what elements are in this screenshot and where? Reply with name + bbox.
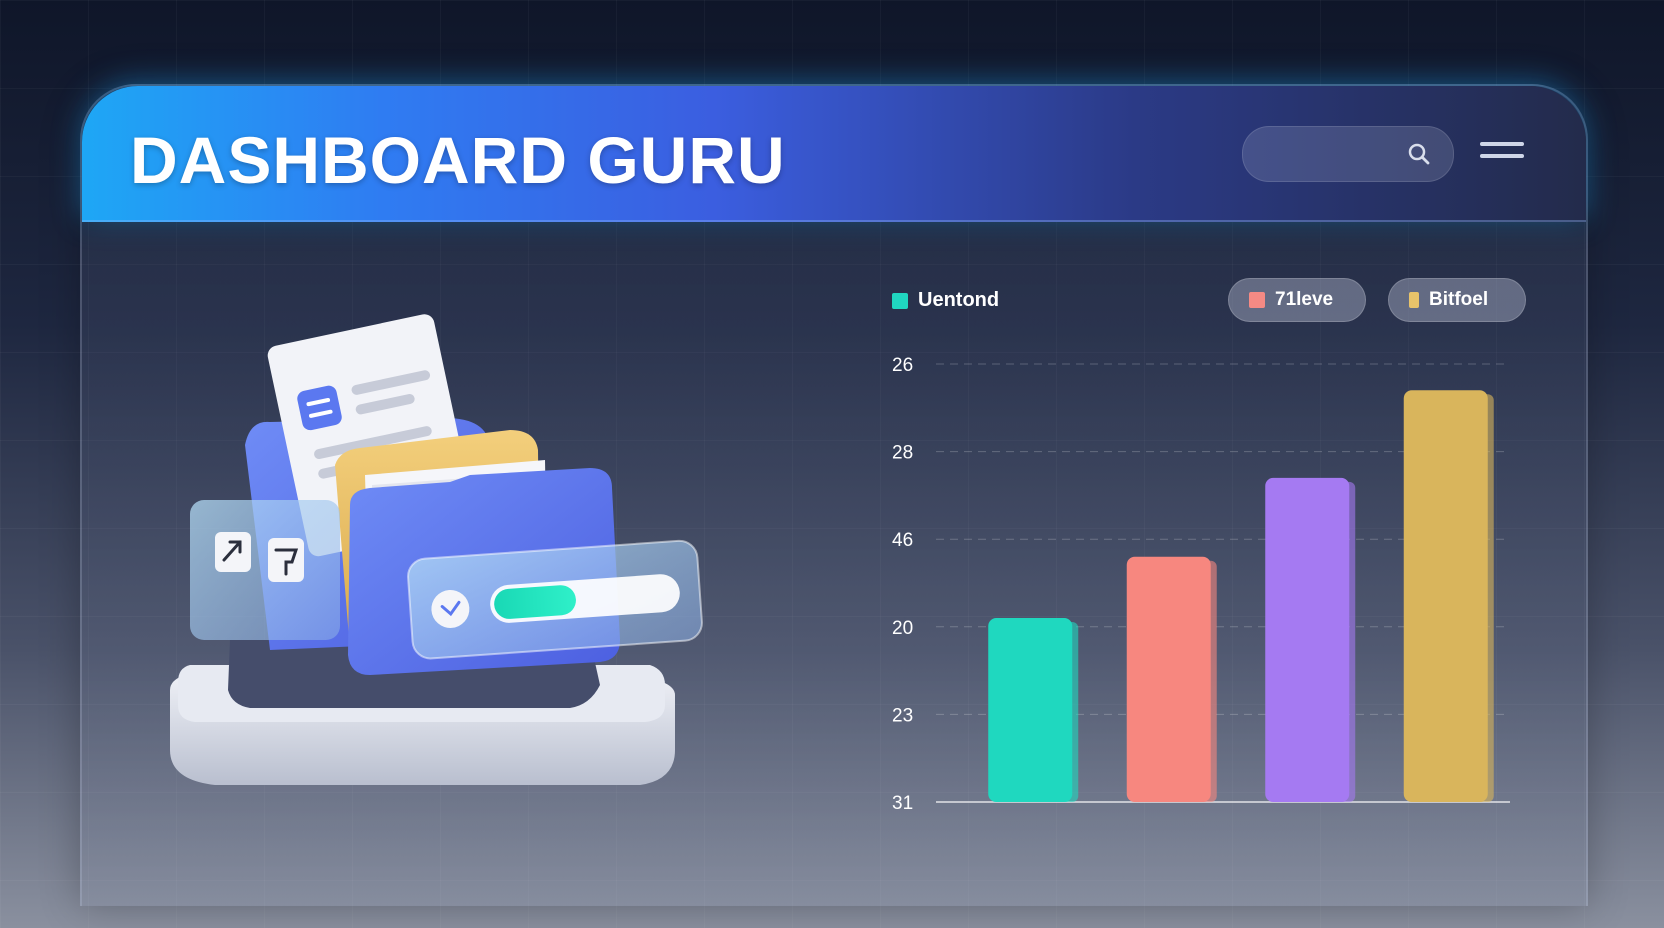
y-tick-label: 23 bbox=[892, 705, 913, 726]
legend-label-1: Uentond bbox=[918, 289, 1000, 311]
search-input[interactable] bbox=[1242, 126, 1454, 182]
legend-swatch-1 bbox=[892, 292, 908, 309]
legend-label-3: Bitfoel bbox=[1429, 289, 1489, 310]
glass-card-left bbox=[190, 500, 340, 640]
y-tick-label: 31 bbox=[892, 793, 913, 814]
folder-illustration bbox=[170, 314, 703, 785]
bar-4[interactable] bbox=[1403, 390, 1488, 802]
legend-label-2: 71leve bbox=[1275, 289, 1334, 310]
bar-2[interactable] bbox=[1126, 556, 1211, 802]
y-tick-label: 28 bbox=[892, 443, 913, 464]
legend-item-3[interactable]: Bitfoel bbox=[1388, 278, 1526, 322]
legend-item-1[interactable]: Uentond bbox=[892, 289, 999, 312]
legend-swatch-3 bbox=[1409, 292, 1419, 308]
y-tick-label: 26 bbox=[892, 355, 913, 376]
bar-1[interactable] bbox=[988, 618, 1073, 802]
progress-card bbox=[407, 539, 703, 660]
legend-item-2[interactable]: 71leve bbox=[1228, 278, 1366, 322]
search-icon[interactable] bbox=[1407, 142, 1431, 166]
bar-3[interactable] bbox=[1265, 477, 1350, 802]
header-bar: DASHBOARD GURU bbox=[82, 86, 1586, 222]
page-title: DASHBOARD GURU bbox=[130, 123, 786, 197]
y-tick-label: 20 bbox=[892, 618, 913, 639]
legend-swatch-2 bbox=[1249, 292, 1265, 308]
progress-bar-fill bbox=[494, 585, 576, 619]
hamburger-menu-icon[interactable] bbox=[1480, 142, 1524, 166]
y-tick-label: 46 bbox=[892, 530, 913, 551]
bar-chart: 26 28 46 20 23 31 bbox=[892, 355, 1510, 814]
